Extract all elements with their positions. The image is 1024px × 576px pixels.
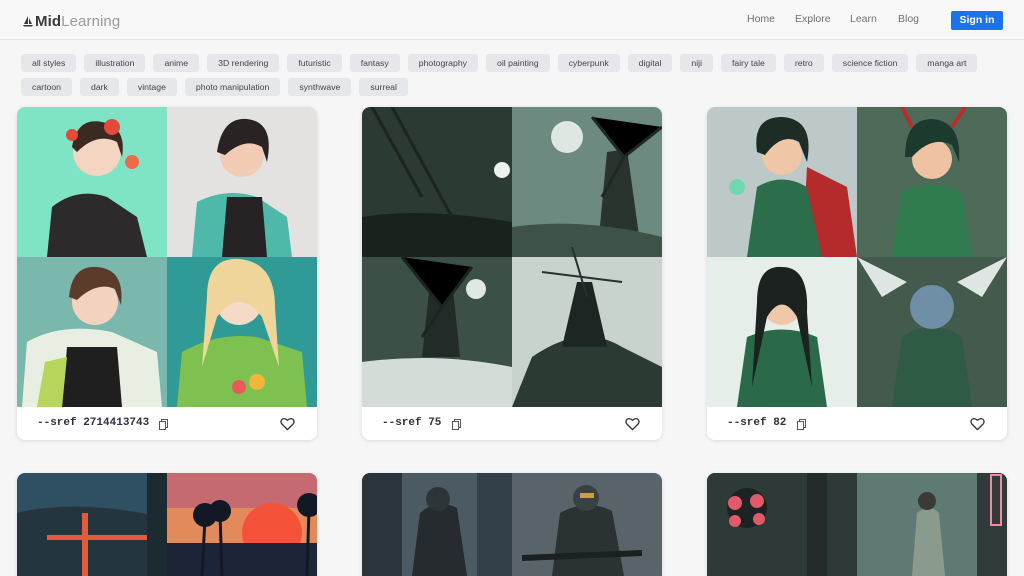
- style-tag-all-styles[interactable]: all styles: [21, 54, 77, 72]
- style-tag-3d-rendering[interactable]: 3D rendering: [207, 54, 280, 72]
- style-tag-fantasy[interactable]: fantasy: [349, 54, 400, 72]
- logo-text-mid: Mid: [35, 12, 62, 30]
- heart-icon[interactable]: [625, 417, 640, 431]
- style-card[interactable]: --sref 82: [707, 107, 1007, 440]
- top-navigation-bar: Mid Learning Home Explore Learn Blog Sign…: [0, 0, 1024, 40]
- style-preview-image[interactable]: [17, 107, 317, 407]
- copy-icon[interactable]: [797, 419, 806, 430]
- style-tag-illustration[interactable]: illustration: [84, 54, 146, 72]
- style-tag-synthwave[interactable]: synthwave: [288, 78, 352, 96]
- nav-explore[interactable]: Explore: [795, 13, 831, 25]
- style-card[interactable]: [362, 473, 662, 576]
- style-tag-digital[interactable]: digital: [627, 54, 673, 72]
- style-tag-surreal[interactable]: surreal: [359, 78, 408, 96]
- style-preview-image[interactable]: [707, 473, 1007, 576]
- style-tag-photography[interactable]: photography: [407, 54, 479, 72]
- style-tag-photo-manipulation[interactable]: photo manipulation: [184, 78, 281, 96]
- style-tag-cyberpunk[interactable]: cyberpunk: [557, 54, 620, 72]
- style-card[interactable]: [17, 473, 317, 576]
- style-tag-retro[interactable]: retro: [783, 54, 824, 72]
- style-tag-manga-art[interactable]: manga art: [916, 54, 978, 72]
- logo[interactable]: Mid Learning: [22, 11, 120, 31]
- nav-home[interactable]: Home: [747, 13, 775, 25]
- sref-code: --sref 2714413743: [37, 417, 150, 429]
- logo-text-learning: Learning: [61, 12, 121, 30]
- style-preview-image[interactable]: [17, 473, 317, 576]
- tag-row: all styles illustration anime 3D rendering f…: [21, 54, 1001, 72]
- style-tag-anime[interactable]: anime: [153, 54, 200, 72]
- copy-icon[interactable]: [452, 419, 461, 430]
- style-tag-cartoon[interactable]: cartoon: [21, 78, 72, 96]
- nav-learn[interactable]: Learn: [850, 13, 877, 25]
- style-preview-image[interactable]: [362, 473, 662, 576]
- heart-icon[interactable]: [970, 417, 985, 431]
- style-card[interactable]: --sref 2714413743: [17, 107, 317, 440]
- style-tag-dark[interactable]: dark: [79, 78, 119, 96]
- style-card[interactable]: --sref 75: [362, 107, 662, 440]
- style-card[interactable]: [707, 473, 1007, 576]
- style-tag-fairy-tale[interactable]: fairy tale: [721, 54, 776, 72]
- card-footer: --sref 82: [707, 407, 1007, 440]
- sign-in-button[interactable]: Sign in: [951, 11, 1003, 30]
- heart-icon[interactable]: [280, 417, 295, 431]
- style-preview-image[interactable]: [707, 107, 1007, 407]
- style-preview-image[interactable]: [362, 107, 662, 407]
- style-tag-oil-painting[interactable]: oil painting: [486, 54, 550, 72]
- style-tag-filters: all styles illustration anime 3D rendering f…: [21, 54, 1001, 102]
- style-tag-vintage[interactable]: vintage: [126, 78, 177, 96]
- sref-code: --sref 75: [382, 417, 442, 429]
- card-footer: --sref 2714413743: [17, 407, 317, 440]
- style-tag-science-fiction[interactable]: science fiction: [831, 54, 909, 72]
- card-footer: --sref 75: [362, 407, 662, 440]
- sailboat-icon: [23, 16, 33, 27]
- sref-code: --sref 82: [727, 417, 787, 429]
- copy-icon[interactable]: [159, 419, 168, 430]
- style-tag-niji[interactable]: niji: [680, 54, 713, 72]
- tag-row: cartoon dark vintage photo manipulation synt…: [21, 78, 1001, 96]
- nav-blog[interactable]: Blog: [898, 13, 919, 25]
- style-tag-futuristic[interactable]: futuristic: [287, 54, 342, 72]
